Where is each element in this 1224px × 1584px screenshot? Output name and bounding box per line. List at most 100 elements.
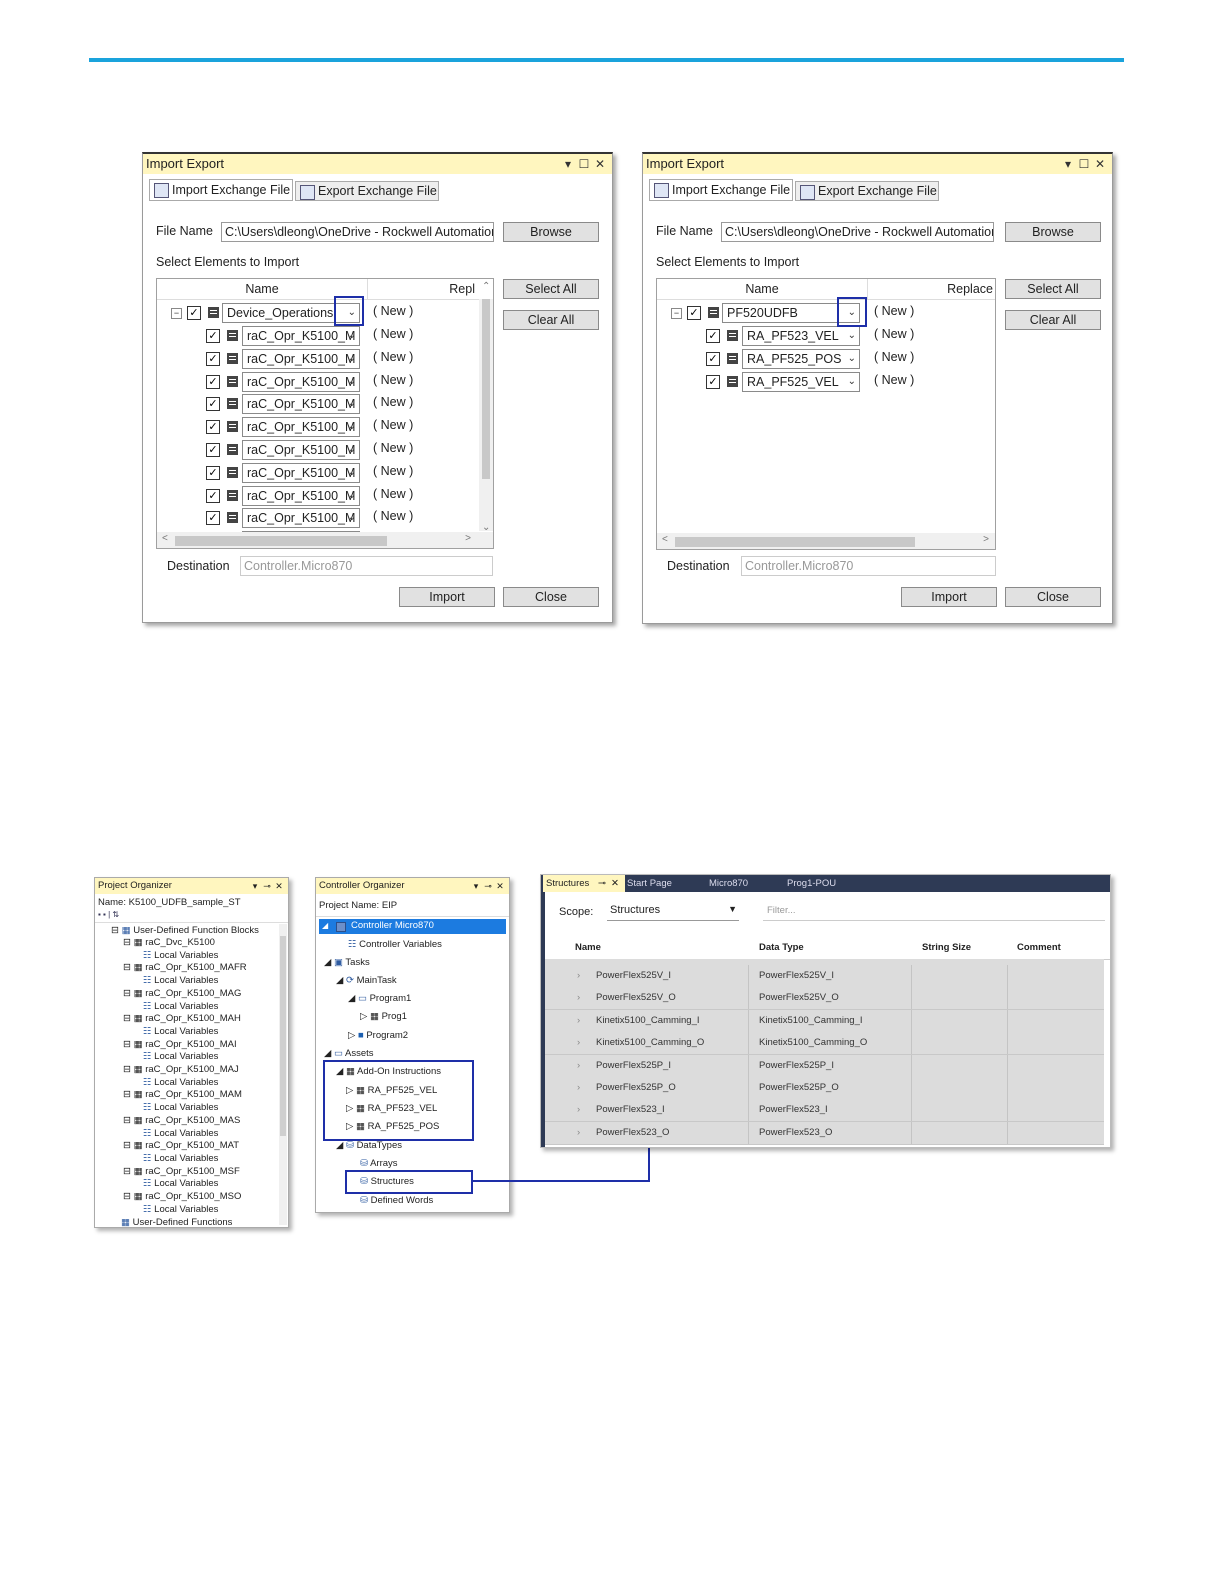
chevron-down-icon[interactable]: ⌄ <box>348 350 356 368</box>
arrays-node[interactable]: ⛁ Arrays <box>360 1158 398 1170</box>
element-name-combo[interactable]: raC_Opr_K5100_M⌄ <box>242 348 360 369</box>
expand-icon[interactable]: ◢ <box>324 957 334 968</box>
collapse-icon[interactable]: ⊟ <box>123 937 134 948</box>
function-block-node[interactable]: ⊟ ▦ raC_Opr_K5100_MSO <box>123 1191 241 1203</box>
checkbox[interactable]: ✓ <box>706 351 720 366</box>
scroll-left-icon[interactable]: < <box>662 534 668 545</box>
column-header-name[interactable]: Name <box>575 942 601 953</box>
file-name-field[interactable]: C:\Users\dleong\OneDrive - Rockwell Auto… <box>721 222 994 242</box>
tab-structures[interactable]: Structures ⊸ ✕ <box>543 875 625 892</box>
table-row[interactable]: › PowerFlex523_I PowerFlex523_I <box>545 1099 1104 1123</box>
collapse-icon[interactable]: ⊟ <box>111 925 122 936</box>
element-row[interactable]: ✓ raC_Opr_K5100_M⌄ ( New ) <box>157 439 493 461</box>
collapse-icon[interactable]: ⊟ <box>123 962 134 973</box>
element-row-root[interactable]: − ✓ PF520UDFB ⌄ ( New ) <box>657 302 995 324</box>
collapse-icon[interactable]: ⊟ <box>123 1039 134 1050</box>
chevron-down-icon[interactable]: ⌄ <box>348 327 356 345</box>
toolbar-icons[interactable]: ▪ ▪ | ⇅ <box>98 909 119 921</box>
element-name-combo[interactable]: RA_PF525_VEL ⌄ <box>742 371 860 392</box>
vertical-scrollbar[interactable]: ⌃ ⌄ <box>479 281 493 533</box>
select-all-button[interactable]: Select All <box>503 279 599 299</box>
close-icon[interactable]: ✕ <box>494 878 506 894</box>
scroll-right-icon[interactable]: > <box>465 533 471 544</box>
table-row[interactable]: › PowerFlex525P_O PowerFlex525P_O <box>545 1077 1104 1100</box>
import-button[interactable]: Import <box>901 587 997 607</box>
datatypes-node[interactable]: ◢ ⛁ DataTypes <box>336 1140 402 1152</box>
element-row[interactable]: ✓ RA_PF525_VEL ⌄ ( New ) <box>657 371 995 393</box>
chevron-down-icon[interactable]: ⌄ <box>848 350 856 368</box>
tab-start-page[interactable]: Start Page <box>627 875 672 892</box>
close-icon[interactable]: ✕ <box>1092 154 1108 174</box>
expand-icon[interactable]: ◢ <box>336 1140 346 1151</box>
chevron-down-icon[interactable]: ⌄ <box>848 373 856 391</box>
function-block-node[interactable]: ⊟ ▦ raC_Opr_K5100_MSF <box>123 1166 240 1178</box>
function-block-node[interactable]: ⊟ ▦ raC_Opr_K5100_MAS <box>123 1115 240 1127</box>
defined-words-node[interactable]: ⛁ Defined Words <box>360 1195 433 1207</box>
clear-all-button[interactable]: Clear All <box>503 310 599 330</box>
element-row[interactable]: ✓ raC_Opr_K5100_M⌄ ( New ) <box>157 485 493 507</box>
element-name-combo[interactable]: raC_Opr_K5100_M⌄ <box>242 417 360 438</box>
table-row[interactable]: › Kinetix5100_Camming_I Kinetix5100_Camm… <box>545 1009 1104 1033</box>
browse-button[interactable]: Browse <box>1005 222 1101 242</box>
checkbox[interactable]: ✓ <box>206 329 220 343</box>
controller-variables-node[interactable]: ☷ Controller Variables <box>348 939 442 951</box>
checkbox[interactable]: ✓ <box>206 465 220 480</box>
checkbox[interactable]: ✓ <box>206 420 220 435</box>
function-block-node[interactable]: ⊟ ▦ raC_Opr_K5100_MAG <box>123 988 241 1000</box>
close-icon[interactable]: ✕ <box>611 875 619 892</box>
udfb-root[interactable]: ⊟ ▦ User-Defined Function Blocks <box>111 925 259 937</box>
expand-icon[interactable]: › <box>577 1060 580 1071</box>
close-button[interactable]: Close <box>503 587 599 607</box>
collapse-icon[interactable]: − <box>171 308 182 319</box>
element-name-combo[interactable]: raC_Opr_K5100_M⌄ <box>242 326 360 346</box>
table-row[interactable]: › PowerFlex525V_I PowerFlex525V_I <box>545 965 1104 988</box>
pin-icon[interactable]: ⊸ <box>598 875 606 892</box>
expand-icon[interactable]: › <box>577 970 580 981</box>
local-variables-node[interactable]: ☷ Local Variables <box>143 1153 218 1165</box>
checkbox[interactable]: ✓ <box>687 306 701 320</box>
tab-prog1-pou[interactable]: Prog1-POU <box>787 875 836 892</box>
close-icon[interactable]: ✕ <box>273 878 285 894</box>
expand-icon[interactable]: › <box>577 1082 580 1093</box>
local-variables-node[interactable]: ☷ Local Variables <box>143 1001 218 1013</box>
checkbox[interactable]: ✓ <box>206 397 220 412</box>
checkbox[interactable]: ✓ <box>706 374 720 389</box>
function-block-node[interactable]: ⊟ ▦ raC_Opr_K5100_MAI <box>123 1039 237 1051</box>
program1-node[interactable]: ◢ ▭ Program1 <box>348 993 411 1005</box>
element-row[interactable]: ✓ raC_Opr_K5100_M⌄ ( New ) <box>157 416 493 438</box>
scroll-left-icon[interactable]: < <box>162 533 168 544</box>
close-button[interactable]: Close <box>1005 587 1101 607</box>
element-name-combo[interactable]: raC_Opr_K5100_M⌄ <box>242 485 360 506</box>
collapse-icon[interactable]: ⊟ <box>123 1013 134 1024</box>
file-name-field[interactable]: C:\Users\dleong\OneDrive - Rockwell Auto… <box>221 222 494 242</box>
udf-root[interactable]: ▦ User-Defined Functions <box>121 1217 232 1227</box>
collapse-icon[interactable]: ⊟ <box>123 1166 134 1177</box>
element-row[interactable]: ✓ RA_PF523_VEL ⌄ ( New ) <box>657 325 995 347</box>
program2-node[interactable]: ▷ ■ Program2 <box>348 1030 408 1042</box>
pin-icon[interactable]: ⊸ <box>261 878 273 894</box>
chevron-down-icon[interactable]: ⌄ <box>348 487 356 505</box>
chevron-down-icon[interactable]: ⌄ <box>348 464 356 482</box>
element-row-root[interactable]: − ✓ Device_Operations ⌄ ( New ) <box>157 302 493 324</box>
tab-micro870[interactable]: Micro870 <box>709 875 748 892</box>
checkbox[interactable]: ✓ <box>706 329 720 343</box>
chevron-down-icon[interactable]: ⌄ <box>348 418 356 436</box>
prog1-node[interactable]: ▷ ▦ Prog1 <box>360 1011 407 1023</box>
element-name-combo[interactable]: RA_PF523_VEL ⌄ <box>742 326 860 346</box>
collapse-icon[interactable]: ⊟ <box>123 1140 134 1151</box>
collapse-icon[interactable]: ⊟ <box>123 1064 134 1075</box>
expand-icon[interactable]: ◢ <box>324 1048 334 1059</box>
tab-import-exchange-file[interactable]: Import Exchange File <box>649 179 793 201</box>
expand-icon[interactable]: › <box>577 1104 580 1115</box>
collapse-icon[interactable]: ⊟ <box>123 1115 134 1126</box>
collapse-icon[interactable]: ▷ <box>360 1011 370 1022</box>
element-name-combo[interactable]: raC_Opr_K5100_M⌄ <box>242 508 360 529</box>
vertical-scrollbar[interactable] <box>279 924 287 1225</box>
expand-icon[interactable]: › <box>577 1037 580 1048</box>
local-variables-node[interactable]: ☷ Local Variables <box>143 1026 218 1038</box>
collapse-icon[interactable]: ⊟ <box>123 1191 134 1202</box>
tab-export-exchange-file[interactable]: Export Exchange File <box>795 181 939 201</box>
function-block-node[interactable]: ⊟ ▦ raC_Opr_K5100_MAH <box>123 1013 241 1025</box>
collapse-icon[interactable]: − <box>671 308 682 319</box>
function-block-node[interactable]: ⊟ ▦ raC_Opr_K5100_MAJ <box>123 1064 239 1076</box>
